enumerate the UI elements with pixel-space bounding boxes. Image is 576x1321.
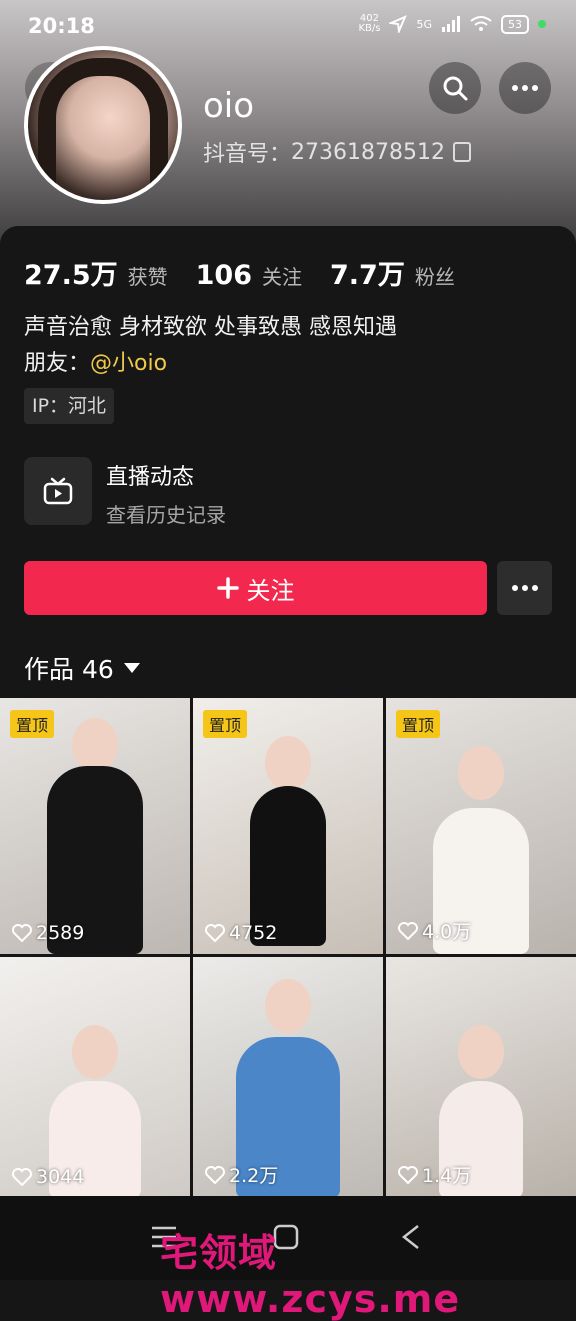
dropdown-arrow-icon [123,663,140,673]
post-likes: 2589 [12,922,84,944]
net-speed: 402 KB/s [358,13,381,34]
post-thumbnail[interactable]: 置顶 4752 [193,698,383,954]
bio-line: 声音治愈 身材致欲 处事致愚 感恩知遇 [24,315,397,340]
post-likes: 4752 [205,922,277,944]
plus-icon [216,577,239,599]
post-thumbnail[interactable]: 2.2万 [193,957,383,1198]
works-tab[interactable]: 作品 46 [24,650,140,686]
signal-icon [442,16,460,32]
more-dots-icon [512,85,538,91]
live-history-entry[interactable]: 直播动态 查看历史记录 [24,457,544,527]
wifi-icon [470,16,492,31]
friend-mention-link[interactable]: @小oio [90,351,167,376]
douyin-id-label: 抖音号： [203,142,292,167]
signal-label: 5G [416,17,432,31]
post-thumbnail[interactable]: 1.4万 [386,957,576,1198]
avatar[interactable] [24,46,182,204]
heart-icon [12,924,32,942]
heart-icon [398,921,418,940]
post-thumbnail[interactable]: 3044 [0,957,190,1198]
following-label[interactable]: 关注 [262,261,302,290]
post-likes: 4.0万 [398,917,471,944]
post-thumbnail[interactable]: 置顶 2589 [0,698,190,954]
follow-button[interactable]: 关注 [24,561,487,615]
likes-label[interactable]: 获赞 [128,261,168,290]
live-subtitle: 查看历史记录 [106,503,226,527]
post-thumbnail[interactable]: 置顶 4.0万 [386,698,576,954]
followers-count[interactable]: 7.7万 [330,253,405,292]
live-title: 直播动态 [106,465,195,490]
pinned-badge: 置顶 [10,710,55,738]
pinned-badge: 置顶 [396,710,441,738]
copy-icon[interactable] [452,142,471,162]
stats-row: 27.5万 获赞 106 关注 7.7万 粉丝 [24,253,473,292]
likes-count[interactable]: 27.5万 [24,253,118,292]
ip-location-badge: IP：河北 [24,388,115,424]
status-icons: 402 KB/s 5G 53 [358,14,546,34]
heart-icon [205,1165,225,1184]
tv-icon [24,457,92,525]
bio: 声音治愈 身材致欲 处事致愚 感恩知遇 朋友：@小oio [24,310,544,382]
works-label: 作品 46 [24,655,114,684]
heart-icon [12,1168,32,1186]
profile-name: oio [203,86,255,126]
heart-icon [398,1165,418,1184]
pinned-badge: 置顶 [203,710,248,738]
heart-icon [205,924,225,942]
douyin-id[interactable]: 抖音号： 27361878512 [203,136,471,168]
more-dots-icon [511,585,538,591]
post-likes: 2.2万 [205,1161,278,1188]
location-icon [389,15,408,33]
followers-label[interactable]: 粉丝 [415,261,455,290]
status-time: 20:18 [28,14,95,38]
follow-more-button[interactable] [497,561,552,615]
douyin-id-value: 27361878512 [291,139,445,165]
privacy-dot-icon [538,20,546,28]
more-options-button[interactable] [499,62,551,114]
search-button[interactable] [429,62,481,114]
search-icon [443,76,468,101]
posts-grid: 置顶 2589 置顶 4752 置顶 4.0万 3044 2.2万 1.4万 [0,698,576,1198]
post-likes: 3044 [12,1166,84,1188]
friend-label: 朋友： [24,351,91,376]
following-count[interactable]: 106 [196,260,252,291]
follow-label: 关注 [246,576,295,605]
watermark-text: 宅领域 www.zcys.me [160,1231,461,1321]
status-bar: 20:18 402 KB/s 5G 53 [0,0,576,52]
battery-icon: 53 [501,14,529,34]
post-likes: 1.4万 [398,1161,471,1188]
